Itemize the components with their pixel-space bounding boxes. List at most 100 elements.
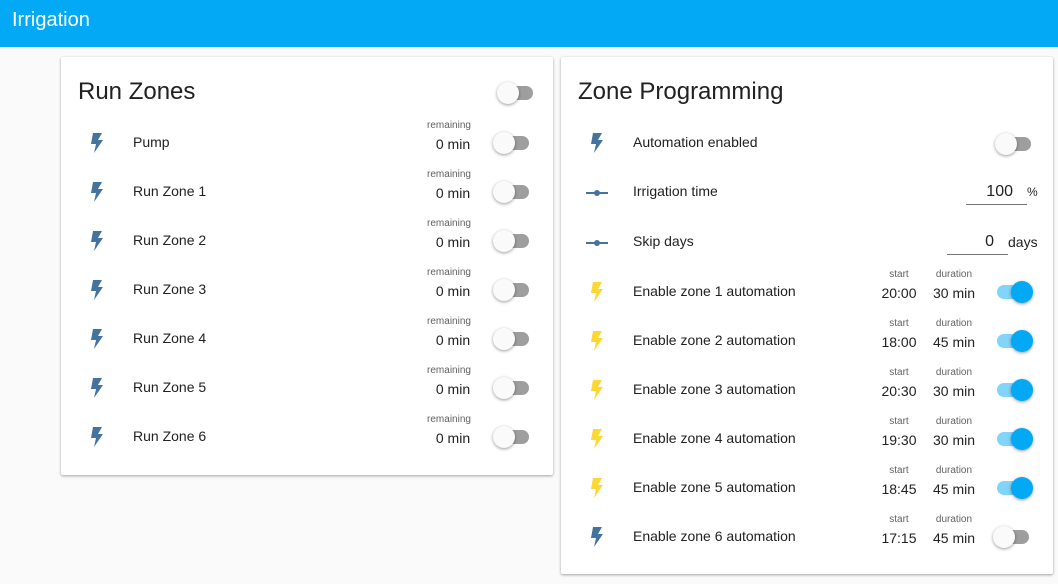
flash-icon <box>91 182 103 202</box>
app-toolbar: Irrigation <box>0 0 1058 47</box>
run-zone-toggle[interactable] <box>493 181 533 203</box>
app-title: Irrigation <box>12 9 90 31</box>
run-zone-label: Run Zone 1 <box>133 183 207 199</box>
flash-icon <box>591 133 603 153</box>
remaining-caption: remaining <box>427 316 471 327</box>
duration-value: 30 min <box>932 285 976 301</box>
skip-days-row: Skip days days <box>561 218 1053 267</box>
flash-icon <box>91 133 103 153</box>
skip-days-label: Skip days <box>633 233 694 249</box>
run-zones-master-toggle[interactable] <box>497 82 537 104</box>
run-zone-toggle[interactable] <box>493 279 533 301</box>
run-zone-label: Run Zone 5 <box>133 379 207 395</box>
zone-automation-toggle[interactable] <box>993 477 1033 499</box>
zone-automation-label: Enable zone 1 automation <box>633 283 796 299</box>
remaining-value: 0 min <box>435 185 471 201</box>
remaining-value: 0 min <box>435 283 471 299</box>
run-zone-row: Run Zone 1 remaining 0 min <box>61 168 553 217</box>
remaining-caption: remaining <box>427 169 471 180</box>
duration-value: 30 min <box>932 383 976 399</box>
flash-icon <box>91 378 103 398</box>
duration-caption: duration <box>935 416 973 427</box>
start-caption: start <box>889 367 909 378</box>
irrigation-time-input[interactable] <box>966 179 1027 205</box>
card-title: Run Zones <box>78 78 196 105</box>
zone-automation-label: Enable zone 6 automation <box>633 528 796 544</box>
remaining-value: 0 min <box>435 430 471 446</box>
remaining-caption: remaining <box>427 414 471 425</box>
duration-caption: duration <box>935 367 973 378</box>
run-zone-row: Run Zone 5 remaining 0 min <box>61 364 553 413</box>
flash-icon <box>591 527 603 547</box>
zone-automation-row: Enable zone 2 automation start 18:00 dur… <box>561 317 1053 366</box>
zone-automation-row: Enable zone 3 automation start 20:30 dur… <box>561 366 1053 415</box>
zone-automation-row: Enable zone 1 automation start 20:00 dur… <box>561 268 1053 317</box>
skip-days-unit: days <box>1008 234 1038 250</box>
flash-icon <box>91 427 103 447</box>
irrigation-time-unit: % <box>1027 185 1038 199</box>
run-zone-label: Pump <box>133 134 170 150</box>
zone-automation-row: Enable zone 5 automation start 18:45 dur… <box>561 464 1053 513</box>
irrigation-time-row: Irrigation time % <box>561 168 1053 217</box>
run-zone-toggle[interactable] <box>493 426 533 448</box>
duration-caption: duration <box>935 465 973 476</box>
start-caption: start <box>889 465 909 476</box>
run-zone-toggle[interactable] <box>493 377 533 399</box>
run-zone-row: Run Zone 4 remaining 0 min <box>61 315 553 364</box>
remaining-caption: remaining <box>427 120 471 131</box>
automation-enabled-label: Automation enabled <box>633 134 758 150</box>
remaining-caption: remaining <box>427 267 471 278</box>
slider-icon <box>586 240 608 246</box>
zone-automation-toggle[interactable] <box>993 428 1033 450</box>
remaining-value: 0 min <box>435 136 471 152</box>
duration-caption: duration <box>935 269 973 280</box>
run-zone-row: Run Zone 6 remaining 0 min <box>61 413 553 462</box>
flash-icon <box>591 429 603 449</box>
zone-automation-label: Enable zone 4 automation <box>633 430 796 446</box>
slider-icon <box>586 190 608 196</box>
start-time-value: 18:00 <box>881 334 917 350</box>
duration-caption: duration <box>935 318 973 329</box>
run-zone-label: Run Zone 4 <box>133 330 207 346</box>
start-caption: start <box>889 269 909 280</box>
start-time-value: 20:30 <box>881 383 917 399</box>
run-zone-row: Pump remaining 0 min <box>61 119 553 168</box>
run-zone-row: Run Zone 3 remaining 0 min <box>61 266 553 315</box>
start-caption: start <box>889 416 909 427</box>
remaining-value: 0 min <box>435 381 471 397</box>
remaining-caption: remaining <box>427 365 471 376</box>
duration-value: 45 min <box>932 530 976 546</box>
run-zone-label: Run Zone 2 <box>133 232 207 248</box>
zone-programming-card: Zone Programming Automation enabled Irri… <box>561 57 1053 574</box>
flash-icon <box>91 280 103 300</box>
run-zones-card: Run Zones Pump remaining 0 min Run Zone … <box>61 57 553 475</box>
remaining-caption: remaining <box>427 218 471 229</box>
zone-automation-toggle[interactable] <box>993 379 1033 401</box>
irrigation-time-label: Irrigation time <box>633 183 718 199</box>
run-zone-toggle[interactable] <box>493 328 533 350</box>
automation-enabled-toggle[interactable] <box>995 133 1035 155</box>
skip-days-input[interactable] <box>947 229 1008 255</box>
flash-icon <box>591 478 603 498</box>
duration-value: 30 min <box>932 432 976 448</box>
run-zone-label: Run Zone 6 <box>133 428 207 444</box>
start-time-value: 17:15 <box>881 530 917 546</box>
start-caption: start <box>889 514 909 525</box>
duration-caption: duration <box>935 514 973 525</box>
automation-enabled-row: Automation enabled <box>561 119 1053 168</box>
zone-automation-label: Enable zone 3 automation <box>633 381 796 397</box>
duration-value: 45 min <box>932 334 976 350</box>
run-zone-label: Run Zone 3 <box>133 281 207 297</box>
start-time-value: 18:45 <box>881 481 917 497</box>
start-caption: start <box>889 318 909 329</box>
run-zone-toggle[interactable] <box>493 230 533 252</box>
zone-automation-toggle[interactable] <box>993 281 1033 303</box>
duration-value: 45 min <box>932 481 976 497</box>
zone-automation-toggle[interactable] <box>993 330 1033 352</box>
zone-automation-toggle[interactable] <box>993 526 1033 548</box>
run-zone-toggle[interactable] <box>493 132 533 154</box>
flash-icon <box>591 282 603 302</box>
zone-automation-row: Enable zone 6 automation start 17:15 dur… <box>561 513 1053 562</box>
flash-icon <box>91 329 103 349</box>
flash-icon <box>591 331 603 351</box>
